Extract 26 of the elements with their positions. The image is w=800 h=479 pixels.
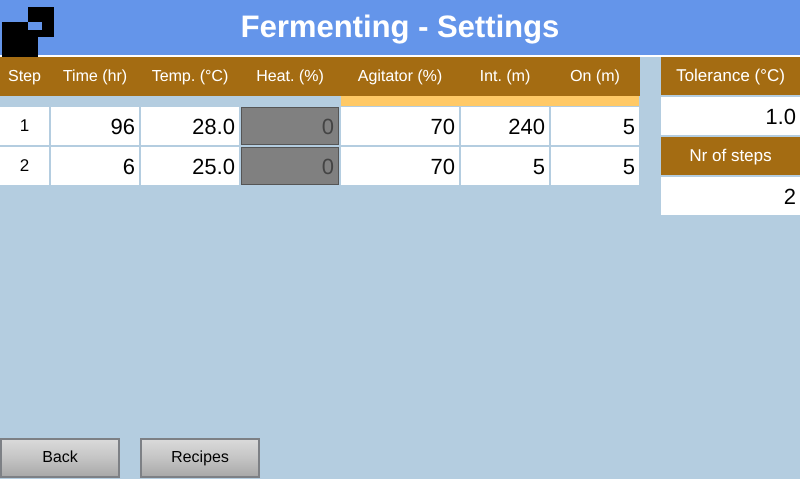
setting-field[interactable]: 1.0 (661, 97, 800, 135)
value-field[interactable]: 5 (551, 147, 639, 185)
setting-label: Nr of steps (661, 137, 800, 175)
column-header: On (m) (569, 66, 621, 86)
setting-label: Tolerance (°C) (661, 57, 800, 95)
page-title: Fermenting - Settings (240, 8, 560, 46)
nav-button[interactable]: Back (0, 438, 120, 478)
value-field[interactable]: 70 (341, 147, 459, 185)
value-field[interactable]: 5 (551, 107, 639, 145)
setting-field[interactable]: 2 (661, 177, 800, 215)
step-number: 1 (0, 107, 49, 145)
value-field[interactable]: 240 (461, 107, 549, 145)
column-header: Int. (m) (478, 66, 532, 86)
value-field[interactable]: 96 (51, 107, 139, 145)
column-header: Step (7, 66, 42, 86)
column-header: Heat. (%) (255, 66, 325, 86)
column-header: Agitator (%) (356, 66, 444, 86)
value-field[interactable]: 25.0 (141, 147, 239, 185)
value-field[interactable]: 28.0 (141, 107, 239, 145)
step-number: 2 (0, 147, 49, 185)
column-header: Time (hr) (62, 66, 128, 86)
value-field[interactable]: 5 (461, 147, 549, 185)
nav-button[interactable]: Recipes (140, 438, 260, 478)
value-field[interactable]: 6 (51, 147, 139, 185)
value-field[interactable]: 70 (341, 107, 459, 145)
column-header: Temp. (°C) (150, 66, 230, 86)
